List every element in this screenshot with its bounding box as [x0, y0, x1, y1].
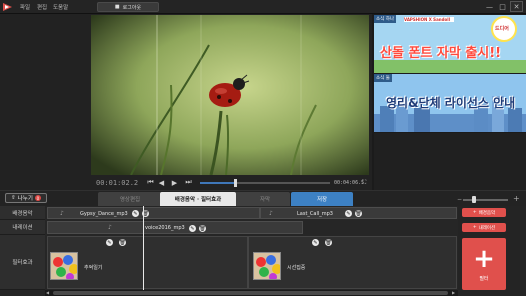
- clip-filter-label: 시선집중: [287, 265, 306, 271]
- menu-help[interactable]: 도움말: [53, 3, 68, 11]
- track-label-bgm: 배경음악: [0, 206, 45, 220]
- filter-thumbnail: [50, 252, 78, 280]
- edit-icon[interactable]: ✎: [345, 210, 352, 217]
- tab-video-edit-label: 영상편집: [119, 197, 141, 203]
- delete-icon[interactable]: 🗑: [119, 239, 126, 246]
- ad2-tag: 소식 둘: [376, 76, 390, 81]
- current-time: 00:01:02.2: [96, 179, 139, 187]
- total-time: 00:04:06.5: [334, 180, 365, 186]
- scroll-left-icon[interactable]: ◀: [46, 290, 49, 295]
- seek-progress: [200, 182, 236, 184]
- menu-edit[interactable]: 편집: [37, 3, 47, 11]
- edit-icon[interactable]: ✎: [132, 210, 139, 217]
- music-note-icon: ♪: [108, 224, 112, 231]
- zoom-handle[interactable]: [472, 196, 476, 203]
- tab-save[interactable]: 저장: [291, 192, 353, 206]
- share-button[interactable]: ⇧ 나누기 0: [5, 193, 47, 203]
- share-label: 나누기: [17, 196, 33, 202]
- clip-filter[interactable]: ✎ 🗑 시선집중: [248, 236, 457, 289]
- ad-banner-font[interactable]: 소식 하나 VAPSHION X Sandoll 드디어 산돌 폰트 자막 출시…: [374, 15, 526, 73]
- scroll-right-icon[interactable]: ▶: [452, 290, 455, 295]
- add-bgm-label: 배경음악: [478, 210, 496, 216]
- fullscreen-icon[interactable]: ⛶: [362, 179, 370, 187]
- clip-bgm-label: Gypsy_Dance_mp3: [80, 211, 128, 217]
- delete-icon[interactable]: 🗑: [199, 225, 206, 232]
- plus-icon: +: [472, 210, 477, 215]
- music-note-icon: ♪: [60, 210, 64, 217]
- menu-file[interactable]: 파일: [20, 3, 30, 11]
- playhead[interactable]: [143, 206, 144, 296]
- clip-filter[interactable]: ✎ 🗑 추억일기: [47, 236, 248, 289]
- add-narration-label: 내레이션: [478, 225, 496, 231]
- filter-thumbnail: [253, 252, 281, 280]
- ad-banner-license[interactable]: 소식 둘 영리&단체 라이선스 안내: [374, 74, 526, 132]
- tab-subtitle-label: 자막: [259, 197, 271, 203]
- zoom-out-icon[interactable]: −: [457, 196, 462, 203]
- logout-label: 로그아웃: [122, 4, 142, 11]
- ad-empty-area: [374, 133, 526, 190]
- music-note-icon: ♪: [269, 210, 273, 217]
- zoom-slider[interactable]: [463, 199, 508, 201]
- seek-handle[interactable]: [234, 179, 238, 187]
- clip-bgm-label: Last_Call_mp3: [297, 211, 333, 217]
- logout-button[interactable]: ■ 로그아웃: [97, 2, 159, 12]
- next-button[interactable]: ⏭: [184, 178, 193, 187]
- add-narration-button[interactable]: + 내레이션: [462, 223, 506, 232]
- close-button[interactable]: ✕: [510, 1, 523, 12]
- ad1-badge: 드디어: [495, 26, 509, 32]
- add-filter-button[interactable]: + 필터: [462, 238, 506, 290]
- share-badge: 0: [34, 195, 41, 201]
- zoom-in-icon[interactable]: +: [513, 194, 520, 203]
- ad1-tag: 소식 하나: [376, 17, 394, 22]
- plus-icon: +: [472, 225, 477, 230]
- delete-icon[interactable]: 🗑: [325, 239, 332, 246]
- scrollbar-thumb[interactable]: [53, 291, 448, 295]
- edit-icon[interactable]: ✎: [106, 239, 113, 246]
- clip-narration[interactable]: ♪ voice2016_mp3 ✎ 🗑: [47, 221, 303, 234]
- title-bar: [0, 0, 526, 14]
- add-filter-label: 필터: [479, 275, 489, 282]
- track-label-filter: 필터효과: [0, 235, 45, 290]
- edit-icon[interactable]: ✎: [312, 239, 319, 246]
- seek-bar[interactable]: [200, 179, 330, 187]
- ad1-headline: 산돌 폰트 자막 출시!!: [380, 46, 502, 61]
- clip-narration-label: voice2016_mp3: [145, 225, 185, 231]
- clip-bgm[interactable]: ♪ Last_Call_mp3 ✎ 🗑: [260, 207, 457, 219]
- video-preview[interactable]: [91, 15, 369, 175]
- edit-icon[interactable]: ✎: [189, 225, 196, 232]
- add-bgm-button[interactable]: + 배경음악: [462, 208, 506, 217]
- clip-bgm[interactable]: ♪ Gypsy_Dance_mp3 ✎ 🗑: [47, 207, 260, 219]
- tab-music-filter-label: 배경음악 · 필터효과: [174, 197, 222, 203]
- minimize-button[interactable]: —: [483, 1, 496, 12]
- rewind-button[interactable]: ◀: [157, 178, 166, 187]
- plus-icon: +: [473, 243, 495, 274]
- previous-button[interactable]: ⏮: [146, 178, 155, 187]
- ad2-headline: 영리&단체 라이선스 안내: [386, 96, 516, 110]
- clip-filter-label: 추억일기: [84, 265, 103, 271]
- ad1-brand: VAPSHION X Sandoll: [404, 17, 450, 22]
- share-icon: ⇧: [11, 195, 16, 201]
- horizontal-scrollbar[interactable]: [45, 290, 458, 296]
- tab-music-filter[interactable]: 배경음악 · 필터효과: [160, 192, 236, 206]
- play-button[interactable]: ▶: [170, 178, 179, 187]
- user-icon: ■: [114, 4, 120, 10]
- app-logo-icon: [3, 3, 12, 11]
- maximize-button[interactable]: □: [496, 1, 509, 12]
- tab-save-label: 저장: [316, 197, 328, 203]
- track-label-narration: 내레이션: [0, 220, 45, 235]
- delete-icon[interactable]: 🗑: [355, 210, 362, 217]
